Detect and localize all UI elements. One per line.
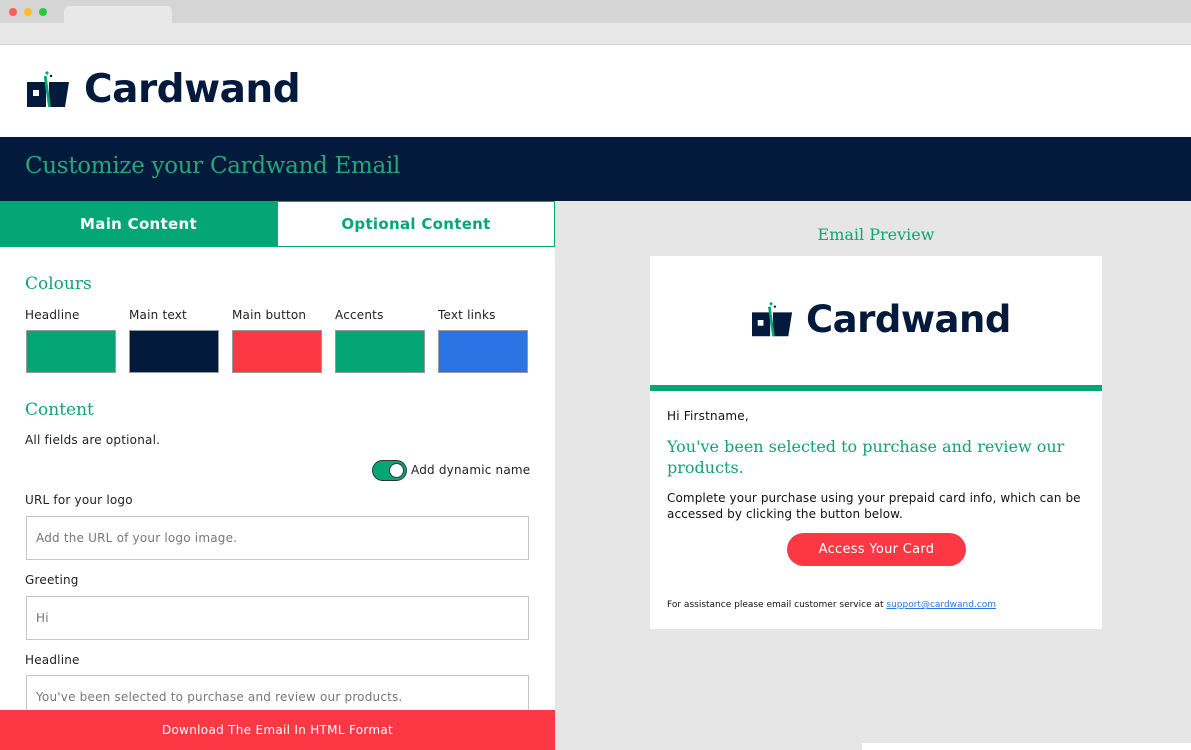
content-section-title: Content bbox=[25, 400, 94, 420]
cardwand-logo[interactable]: Cardwand bbox=[27, 67, 301, 112]
main-text-colour-label: Main text bbox=[129, 308, 187, 322]
tab-main-content[interactable]: Main Content bbox=[0, 201, 277, 247]
main-button-colour-label: Main button bbox=[232, 308, 307, 322]
assistance-label: For assistance please email customer ser… bbox=[667, 600, 884, 610]
email-accent-bar bbox=[650, 385, 1102, 391]
maximize-window-icon[interactable] bbox=[39, 8, 47, 16]
colours-section-title: Colours bbox=[25, 274, 92, 294]
dynamic-name-label: Add dynamic name bbox=[411, 463, 531, 477]
email-preview-card: Cardwand Hi Firstname, You've been selec… bbox=[650, 256, 1102, 629]
toggle-knob bbox=[389, 463, 404, 478]
title-bar: Customize your Cardwand Email bbox=[0, 137, 1191, 201]
browser-titlebar bbox=[0, 0, 1191, 23]
greeting-label: Greeting bbox=[25, 573, 79, 587]
main-text-colour-swatch[interactable] bbox=[129, 330, 219, 373]
support-email-link[interactable]: support@cardwand.com bbox=[886, 600, 996, 610]
email-logo: Cardwand bbox=[752, 298, 1011, 341]
headline-label: Headline bbox=[25, 653, 80, 667]
access-your-card-button[interactable]: Access Your Card bbox=[787, 533, 966, 566]
minimize-window-icon[interactable] bbox=[24, 8, 32, 16]
logo-wordmark: Cardwand bbox=[84, 67, 301, 112]
email-preview-title: Email Preview bbox=[817, 225, 935, 244]
accents-colour-label: Accents bbox=[335, 308, 384, 322]
tab-optional-content[interactable]: Optional Content bbox=[277, 201, 555, 247]
page-title: Customize your Cardwand Email bbox=[25, 153, 401, 179]
cardwand-logo-icon bbox=[27, 70, 69, 107]
dynamic-name-toggle[interactable] bbox=[372, 460, 407, 481]
main-button-colour-swatch[interactable] bbox=[232, 330, 322, 373]
optional-note: All fields are optional. bbox=[25, 433, 161, 447]
browser-tab[interactable] bbox=[64, 6, 172, 23]
close-window-icon[interactable] bbox=[9, 8, 17, 16]
email-body-text: Complete your purchase using your prepai… bbox=[667, 491, 1081, 521]
content-tabs: Main Content Optional Content bbox=[0, 201, 555, 247]
text-links-colour-swatch[interactable] bbox=[438, 330, 528, 373]
accents-colour-swatch[interactable] bbox=[335, 330, 425, 373]
headline-colour-swatch[interactable] bbox=[26, 330, 116, 373]
browser-toolbar bbox=[0, 23, 1191, 45]
headline-colour-label: Headline bbox=[25, 308, 80, 322]
greeting-input[interactable]: Hi bbox=[26, 596, 529, 640]
download-html-button[interactable]: Download The Email In HTML Format bbox=[0, 710, 555, 750]
assistance-text: For assistance please email customer ser… bbox=[667, 600, 996, 610]
editor-panel: Main Content Optional Content Colours He… bbox=[0, 201, 555, 750]
email-headline: You've been selected to purchase and rev… bbox=[667, 437, 1065, 477]
logo-url-input[interactable]: Add the URL of your logo image. bbox=[26, 516, 529, 560]
logo-url-label: URL for your logo bbox=[25, 493, 133, 507]
email-logo-wordmark: Cardwand bbox=[806, 298, 1011, 341]
cardwand-logo-icon bbox=[752, 301, 793, 336]
email-greeting: Hi Firstname, bbox=[667, 409, 749, 423]
bottom-strip bbox=[862, 743, 1191, 750]
text-links-colour-label: Text links bbox=[438, 308, 496, 322]
site-header: Cardwand bbox=[0, 45, 1191, 137]
